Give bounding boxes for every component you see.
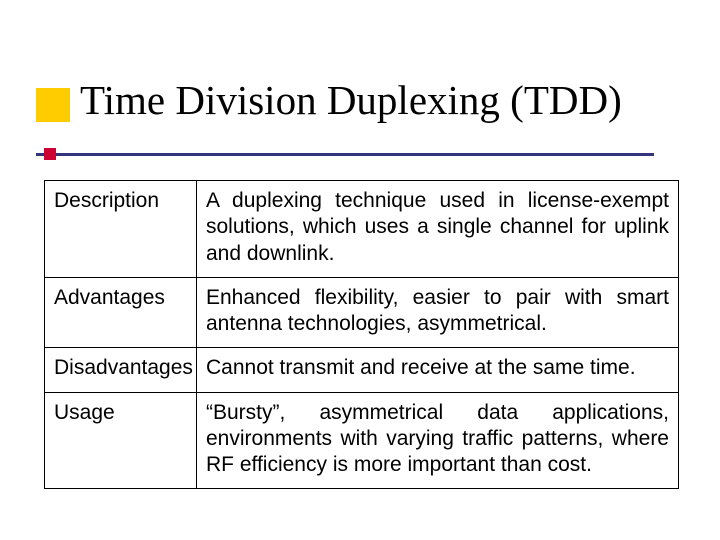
info-table: Description A duplexing technique used i…	[44, 180, 679, 489]
row-label: Disadvantages	[45, 348, 197, 392]
accent-square	[36, 88, 70, 122]
row-label: Usage	[45, 392, 197, 489]
table-row: Usage “Bursty”, asymmetrical data applic…	[45, 392, 679, 489]
slide-title: Time Division Duplexing (TDD)	[80, 76, 622, 124]
table-row: Description A duplexing technique used i…	[45, 181, 679, 278]
title-rule	[36, 153, 654, 156]
row-label: Advantages	[45, 277, 197, 348]
row-value: Cannot transmit and receive at the same …	[197, 348, 679, 392]
row-value: Enhanced flexibility, easier to pair wit…	[197, 277, 679, 348]
row-label: Description	[45, 181, 197, 278]
row-value: A duplexing technique used in license-ex…	[197, 181, 679, 278]
table-row: Advantages Enhanced flexibility, easier …	[45, 277, 679, 348]
table-row: Disadvantages Cannot transmit and receiv…	[45, 348, 679, 392]
title-bullet	[44, 148, 56, 160]
row-value: “Bursty”, asymmetrical data applications…	[197, 392, 679, 489]
